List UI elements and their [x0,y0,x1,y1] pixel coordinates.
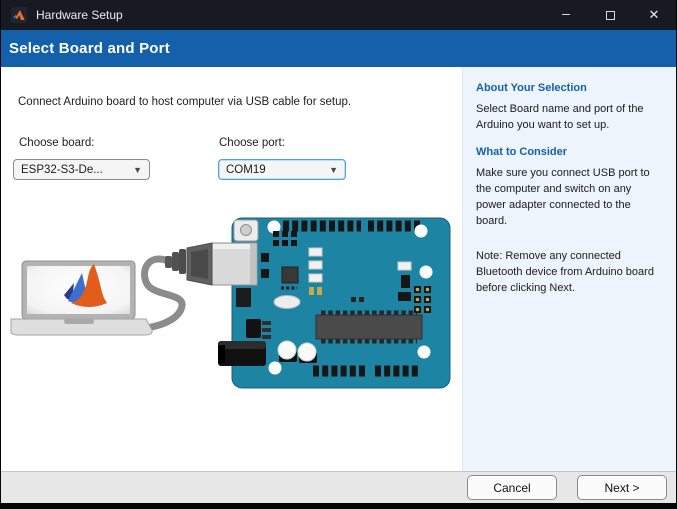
about-selection-heading: About Your Selection [476,82,587,94]
titlebar[interactable]: Hardware Setup – ✕ [1,0,676,30]
note-text: Note: Remove any connected Bluetooth dev… [476,250,654,294]
board-dropdown[interactable]: ESP32-S3-De... ▼ [13,159,150,180]
about-selection-text: Select Board name and port of the Arduin… [476,103,644,131]
matlab-logo-icon [11,7,27,23]
usb-connector [165,242,258,286]
help-sidebar: About Your Selection Select Board name a… [462,67,676,471]
setup-illustration [10,217,451,389]
maximize-icon [605,10,615,20]
next-button[interactable]: Next > [577,475,667,500]
what-to-consider-text: Make sure you connect USB port to the co… [476,167,650,227]
window-title: Hardware Setup [36,8,123,22]
power-jack [218,341,266,366]
port-dropdown[interactable]: COM19 ▼ [218,159,346,180]
chevron-down-icon: ▼ [329,164,338,175]
cancel-button[interactable]: Cancel [467,475,557,500]
port-dropdown-value: COM19 [226,163,266,176]
page-title: Select Board and Port [9,40,170,57]
board-dropdown-value: ESP32-S3-De... [21,163,103,176]
hardware-setup-window: Hardware Setup – ✕ Select Board and Port… [0,0,677,509]
chevron-down-icon: ▼ [133,164,142,175]
choose-port-label: Choose port: [219,137,285,149]
microcontroller-chip [315,310,423,344]
main-panel: Connect Arduino board to host computer v… [1,67,462,471]
close-button[interactable]: ✕ [632,0,676,30]
instruction-text: Connect Arduino board to host computer v… [18,96,352,108]
laptop [10,260,153,336]
maximize-button[interactable] [588,0,632,30]
footer-bar: Cancel Next > [1,471,676,503]
what-to-consider-heading: What to Consider [476,146,568,158]
choose-board-label: Choose board: [19,137,95,149]
minimize-icon: – [562,5,570,21]
minimize-button[interactable]: – [544,0,588,30]
close-icon: ✕ [648,7,660,22]
step-banner: Select Board and Port [1,30,676,67]
